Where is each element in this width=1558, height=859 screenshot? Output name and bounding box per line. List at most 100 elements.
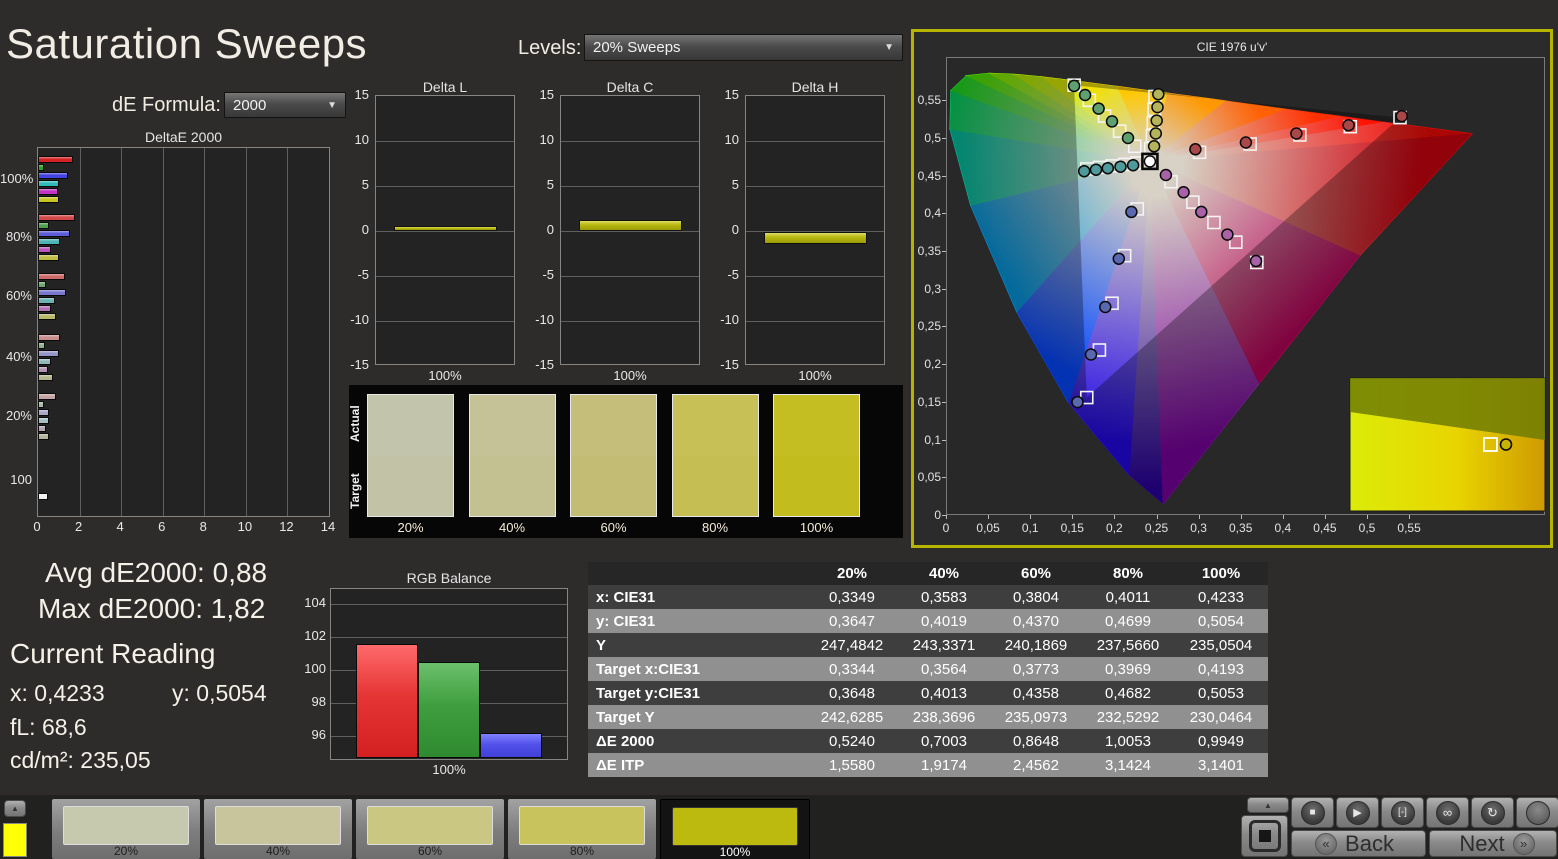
table-cell: 232,5292	[1096, 708, 1160, 726]
deltae-bar-60%-4	[38, 305, 51, 312]
next-button[interactable]: Next »	[1429, 830, 1557, 857]
stop-button[interactable]: ■	[1291, 797, 1334, 828]
swatch-label: 20%	[397, 520, 424, 535]
chevrons-left-icon: «	[1315, 832, 1338, 855]
cie-diagram-svg	[949, 72, 1546, 512]
swatch-label: 40%	[498, 520, 526, 535]
tick-mark	[1240, 515, 1242, 519]
table-row: Target x:CIE31 0,3344 0,3564 0,3773 0,3969 0,…	[588, 657, 1268, 681]
table-cell: 0,3349	[829, 588, 875, 606]
loop-infinite-button[interactable]: ∞	[1426, 797, 1469, 828]
deltae-bar-80%-2	[38, 230, 71, 237]
deltae-bar-40%-2	[38, 350, 59, 357]
deltae-bar-80%-0	[38, 214, 76, 221]
delta-x-label: 100%	[613, 368, 647, 383]
cie-measured-marker	[1221, 228, 1234, 241]
deltae-bar-20%-2	[38, 409, 50, 416]
patch-button-60%[interactable]: 60%	[356, 799, 504, 859]
back-button[interactable]: « Back	[1291, 830, 1426, 857]
stop-large-button[interactable]	[1241, 815, 1288, 857]
inset-measured-marker	[1499, 438, 1513, 451]
delta-y-tick-label: -5	[357, 267, 369, 282]
levels-value: 20% Sweeps	[593, 39, 681, 56]
delta-chart-title: Delta C	[606, 79, 654, 95]
table-cell: 0,3583	[921, 588, 967, 606]
de-formula-dropdown[interactable]: 2000 ▼	[224, 92, 346, 118]
delta-y-tick-label: 0	[731, 222, 739, 237]
grid-line	[331, 603, 567, 605]
grid-line	[746, 321, 884, 322]
rgb-y-tick-label: 104	[304, 594, 326, 610]
table-cell: 3,1424	[1105, 756, 1151, 774]
deltae-x-tick-label: 12	[279, 519, 294, 534]
table-row: ΔE 2000 0,5240 0,7003 0,8648 1,0053 0,9949	[588, 729, 1268, 753]
refresh-button[interactable]: ↻	[1471, 797, 1514, 828]
deltae-bar-20%-4	[38, 425, 47, 432]
rgb-y-tick-label: 100	[304, 660, 326, 676]
cie-y-tick-label: 0,35	[917, 243, 941, 258]
range-button[interactable]: [-]	[1381, 797, 1424, 828]
delta-y-tick-label: 10	[539, 132, 554, 147]
levels-dropdown[interactable]: 20% Sweeps ▼	[584, 34, 903, 61]
scroll-up-button[interactable]: ▲	[4, 800, 26, 817]
play-button[interactable]: ▶	[1336, 797, 1379, 828]
measurement-table: 20% 40% 60% 80% 100% x: CIE31 0,3349 0,3583 0,38…	[588, 562, 1268, 777]
patch-label: 40%	[265, 844, 291, 858]
table-row-label: Target Y	[596, 708, 655, 726]
tick-mark	[1198, 515, 1200, 519]
tick-mark	[1114, 515, 1116, 519]
table-header-cell: 40%	[928, 565, 960, 582]
swatch-target	[672, 455, 758, 516]
de-formula-label: dE Formula:	[112, 94, 221, 116]
tick-mark	[942, 439, 946, 441]
table-cell: 0,3648	[829, 684, 875, 702]
swatch-80%	[671, 394, 759, 517]
blank-button[interactable]	[1516, 797, 1558, 828]
table-cell: 235,0504	[1189, 636, 1253, 654]
deltae-bar-100%-0	[38, 156, 74, 163]
table-cell: 247,4842	[820, 636, 884, 654]
chevron-down-icon: ▼	[884, 42, 894, 53]
tick-mark	[1367, 515, 1368, 519]
actual-target-swatch-strip: Actual Target 20% 40% 60% 80% 100%	[348, 385, 903, 538]
bottom-patch-bar: ▲ 20% 40% 60% 80% 100% ▲ ■ ▶ [-] ∞ ↻ « Back Next »	[0, 795, 1558, 859]
cie-diagram-panel: CIE 1976 u'v' 0 0,05 0,1 0,15 0,2 0,25 0,3 0,35…	[911, 29, 1553, 548]
tick-mark	[942, 250, 946, 252]
cie-measured-marker	[1089, 163, 1103, 176]
deltae-bar-100%-3	[38, 180, 59, 187]
deltae-bar-40%-1	[38, 342, 46, 349]
patch-button-40%[interactable]: 40%	[204, 799, 352, 859]
current-patch-swatch	[3, 823, 27, 857]
de-formula-value: 2000	[233, 96, 267, 114]
cie-measured-marker	[1071, 395, 1084, 409]
table-row: Target y:CIE31 0,3648 0,4013 0,4358 0,4682 0,…	[588, 681, 1268, 705]
deltae-bar-60%-2	[38, 289, 67, 296]
table-header-cell	[588, 562, 806, 585]
table-cell: 238,3696	[912, 708, 976, 726]
table-row-label: Y	[596, 636, 607, 654]
table-cell: 0,3564	[921, 660, 967, 678]
table-cell: 0,3647	[829, 612, 875, 630]
next-label: Next	[1459, 830, 1505, 856]
deltae-bar-80%-4	[38, 246, 51, 253]
table-row-label: ΔE ITP	[596, 756, 645, 774]
patch-button-100%[interactable]: 100%	[660, 799, 810, 859]
patch-button-20%[interactable]: 20%	[52, 799, 200, 859]
cie-measured-marker	[1151, 100, 1164, 114]
tick-mark	[942, 401, 946, 403]
deltae-y-tick-label: 80%	[5, 229, 32, 244]
target-label: Target	[348, 473, 362, 509]
deltae-bar-80%-1	[38, 222, 50, 229]
cie-measured-marker	[1189, 143, 1202, 156]
delta-y-tick-label: 15	[724, 87, 739, 102]
swatch-60%	[570, 394, 657, 517]
table-row-label: x: CIE31	[596, 588, 656, 606]
table-row: Y 247,4842 243,3371 240,1869 237,5660 235,050…	[588, 633, 1268, 657]
panel-up-button[interactable]: ▲	[1247, 797, 1289, 813]
table-row: x: CIE31 0,3349 0,3583 0,3804 0,4011 0,4233	[588, 585, 1268, 609]
cie-measured-marker	[1077, 164, 1091, 178]
patch-button-80%[interactable]: 80%	[508, 799, 656, 859]
delta-x-label: 100%	[428, 368, 462, 383]
patch-label: 60%	[417, 844, 443, 858]
tick-mark	[942, 175, 946, 177]
